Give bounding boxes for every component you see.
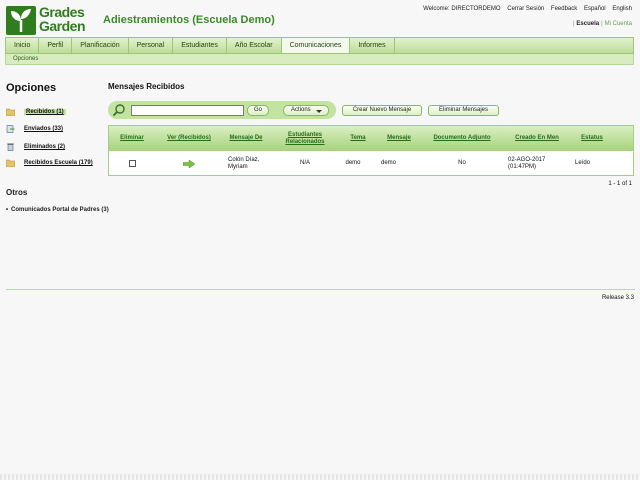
sprout-logo-icon [6,6,36,35]
chevron-down-icon [316,110,322,113]
feedback-link[interactable]: Feedback [551,6,577,12]
nav-ano-escolar[interactable]: Año Escolar [227,38,282,53]
my-account-link[interactable]: Mi Cuenta [605,21,632,27]
folder-icon [6,108,15,116]
col-eliminar[interactable]: Eliminar [112,126,152,151]
pagination: 1 - 1 of 1 [608,181,632,187]
col-ver-recibidos[interactable]: Ver (Recibidos) [159,126,219,151]
messages-table: Eliminar Ver (Recibidos) Mensaje De Estu… [108,125,634,176]
sidebar-title: Opciones [6,82,57,94]
nav-estudiantes[interactable]: Estudiantes [173,38,227,53]
bottom-edge [0,474,640,480]
col-creado-en[interactable]: Creado En Men [507,126,567,151]
col-documento-adjunto[interactable]: Documento Adjunto [427,126,497,151]
subnav-opciones[interactable]: Opciones [13,56,38,62]
actions-dropdown[interactable]: Actions [283,105,329,116]
delete-checkbox[interactable] [128,160,136,167]
sidebar-item-recibidos-escuela[interactable]: Recibidos Escuela (179) [6,158,93,168]
school-title: Adiestramientos (Escuela Demo) [103,14,275,26]
welcome-text: Welcome: DIRECTORDEMO [423,6,501,12]
cell-status: Leído [575,160,591,166]
otros-title: Otros [6,188,28,197]
sidebar-item-label: Enviados (33) [24,126,64,132]
col-estatus[interactable]: Estatus [575,126,609,151]
school-account-links: | Escuela | Mi Cuenta [571,21,632,27]
grades-garden-logo[interactable]: Grades Garden [6,4,94,36]
trash-icon [7,143,14,151]
arrow-right-icon[interactable] [183,159,195,168]
view-message-cell [159,151,219,176]
subnav: Opciones [5,54,634,65]
divider: | [572,21,575,27]
search-input[interactable] [131,105,244,116]
nav-informes[interactable]: Informes [350,38,395,53]
spanish-link[interactable]: Español [584,6,606,12]
divider: | [601,21,603,27]
table-row [112,151,152,176]
nav-personal[interactable]: Personal [129,38,174,53]
sidebar-item-eliminados[interactable]: Eliminados (2) [6,142,65,152]
logo-wordmark: Grades Garden [39,4,86,34]
col-tema[interactable]: Tema [341,126,375,151]
release-version: Release 3.3 [601,295,634,301]
nav-comunicaciones[interactable]: Comunicaciones [281,38,351,53]
cell-attachment: No [458,160,466,166]
col-mensaje-de[interactable]: Mensaje De [222,126,270,151]
logout-link[interactable]: Cerrar Sesión [507,6,544,12]
page-title: Mensajes Recibidos [108,82,185,91]
main-nav: Inicio Perfil Planificación Personal Est… [5,37,634,54]
nav-planificacion[interactable]: Planificación [72,38,129,53]
sidebar-item-label: Recibidos Escuela (179) [24,160,93,166]
go-button[interactable]: Go [247,105,269,116]
sent-icon [6,125,15,133]
cell-from: Colón Díaz, Myriam [228,156,260,170]
folder-icon [6,159,15,167]
nav-inicio[interactable]: Inicio [6,38,40,53]
sidebar-item-recibidos[interactable]: Recibidos (1) [6,107,66,117]
actions-label: Actions [291,107,311,113]
cell-subject: demo [345,160,361,166]
cell-created: 02-AGO-2017 (01:47PM) [508,156,546,170]
top-links: Welcome: DIRECTORDEMO Cerrar Sesión Feed… [418,6,632,12]
col-estudiantes-relacionados[interactable]: Estudiantes Relacionados [279,126,331,151]
new-message-button[interactable]: Crear Nuevo Mensaje [342,105,422,116]
cell-students: N/A [299,160,310,166]
search-icon [112,104,125,117]
cell-message: demo [381,160,397,166]
otros-item-label: Comunicados Portal de Padres (3) [11,207,109,213]
school-link[interactable]: Escuela [576,21,599,27]
delete-messages-button[interactable]: Eliminar Mensajes [428,105,499,116]
nav-perfil[interactable]: Perfil [39,38,73,53]
sidebar-item-label: Recibidos (1) [24,109,66,115]
otros-item-portal-padres[interactable]: • Comunicados Portal de Padres (3) [6,207,116,214]
footer-divider [6,289,635,290]
col-mensaje[interactable]: Mensaje [379,126,419,151]
english-link[interactable]: English [612,6,632,12]
sidebar-item-label: Eliminados (2) [24,144,66,150]
sidebar-item-enviados[interactable]: Enviados (33) [6,124,63,134]
